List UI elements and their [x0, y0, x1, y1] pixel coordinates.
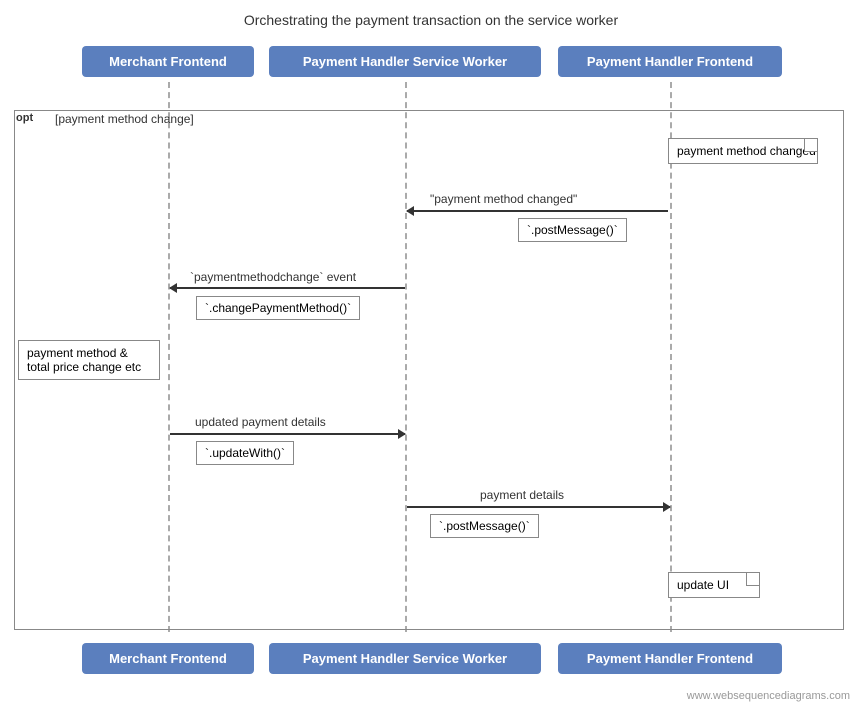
arrow-paymentmethodchange	[170, 287, 405, 289]
code-postmessage-2: `.postMessage()`	[430, 514, 539, 538]
arrow-label-paymentmethodchange: `paymentmethodchange` event	[190, 270, 356, 284]
header-payment-frontend: Payment Handler Frontend	[558, 46, 782, 77]
footer-merchant: Merchant Frontend	[82, 643, 254, 674]
diagram-container: Orchestrating the payment transaction on…	[0, 0, 862, 710]
opt-guard: [payment method change]	[55, 112, 194, 126]
code-changepaymentmethod: `.changePaymentMethod()`	[196, 296, 360, 320]
diagram-title: Orchestrating the payment transaction on…	[0, 0, 862, 36]
arrow-payment-method-changed	[407, 210, 668, 212]
arrow-label-updated-payment: updated payment details	[195, 415, 326, 429]
header-merchant: Merchant Frontend	[82, 46, 254, 77]
code-postmessage-1: `.postMessage()`	[518, 218, 627, 242]
header-service-worker: Payment Handler Service Worker	[269, 46, 541, 77]
opt-label: opt	[16, 112, 33, 124]
watermark: www.websequencediagrams.com	[687, 690, 850, 702]
note-payment-method-changed: payment method changed	[668, 138, 818, 164]
arrow-label-payment-method-changed: "payment method changed"	[430, 192, 577, 206]
footer-payment-frontend: Payment Handler Frontend	[558, 643, 782, 674]
footer-service-worker: Payment Handler Service Worker	[269, 643, 541, 674]
code-updatewith: `.updateWith()`	[196, 441, 294, 465]
arrow-payment-details	[407, 506, 670, 508]
arrow-updated-payment	[170, 433, 405, 435]
side-note-payment-method: payment method & total price change etc	[18, 340, 160, 380]
note-update-ui: update UI	[668, 572, 760, 598]
arrow-label-payment-details: payment details	[480, 488, 564, 502]
